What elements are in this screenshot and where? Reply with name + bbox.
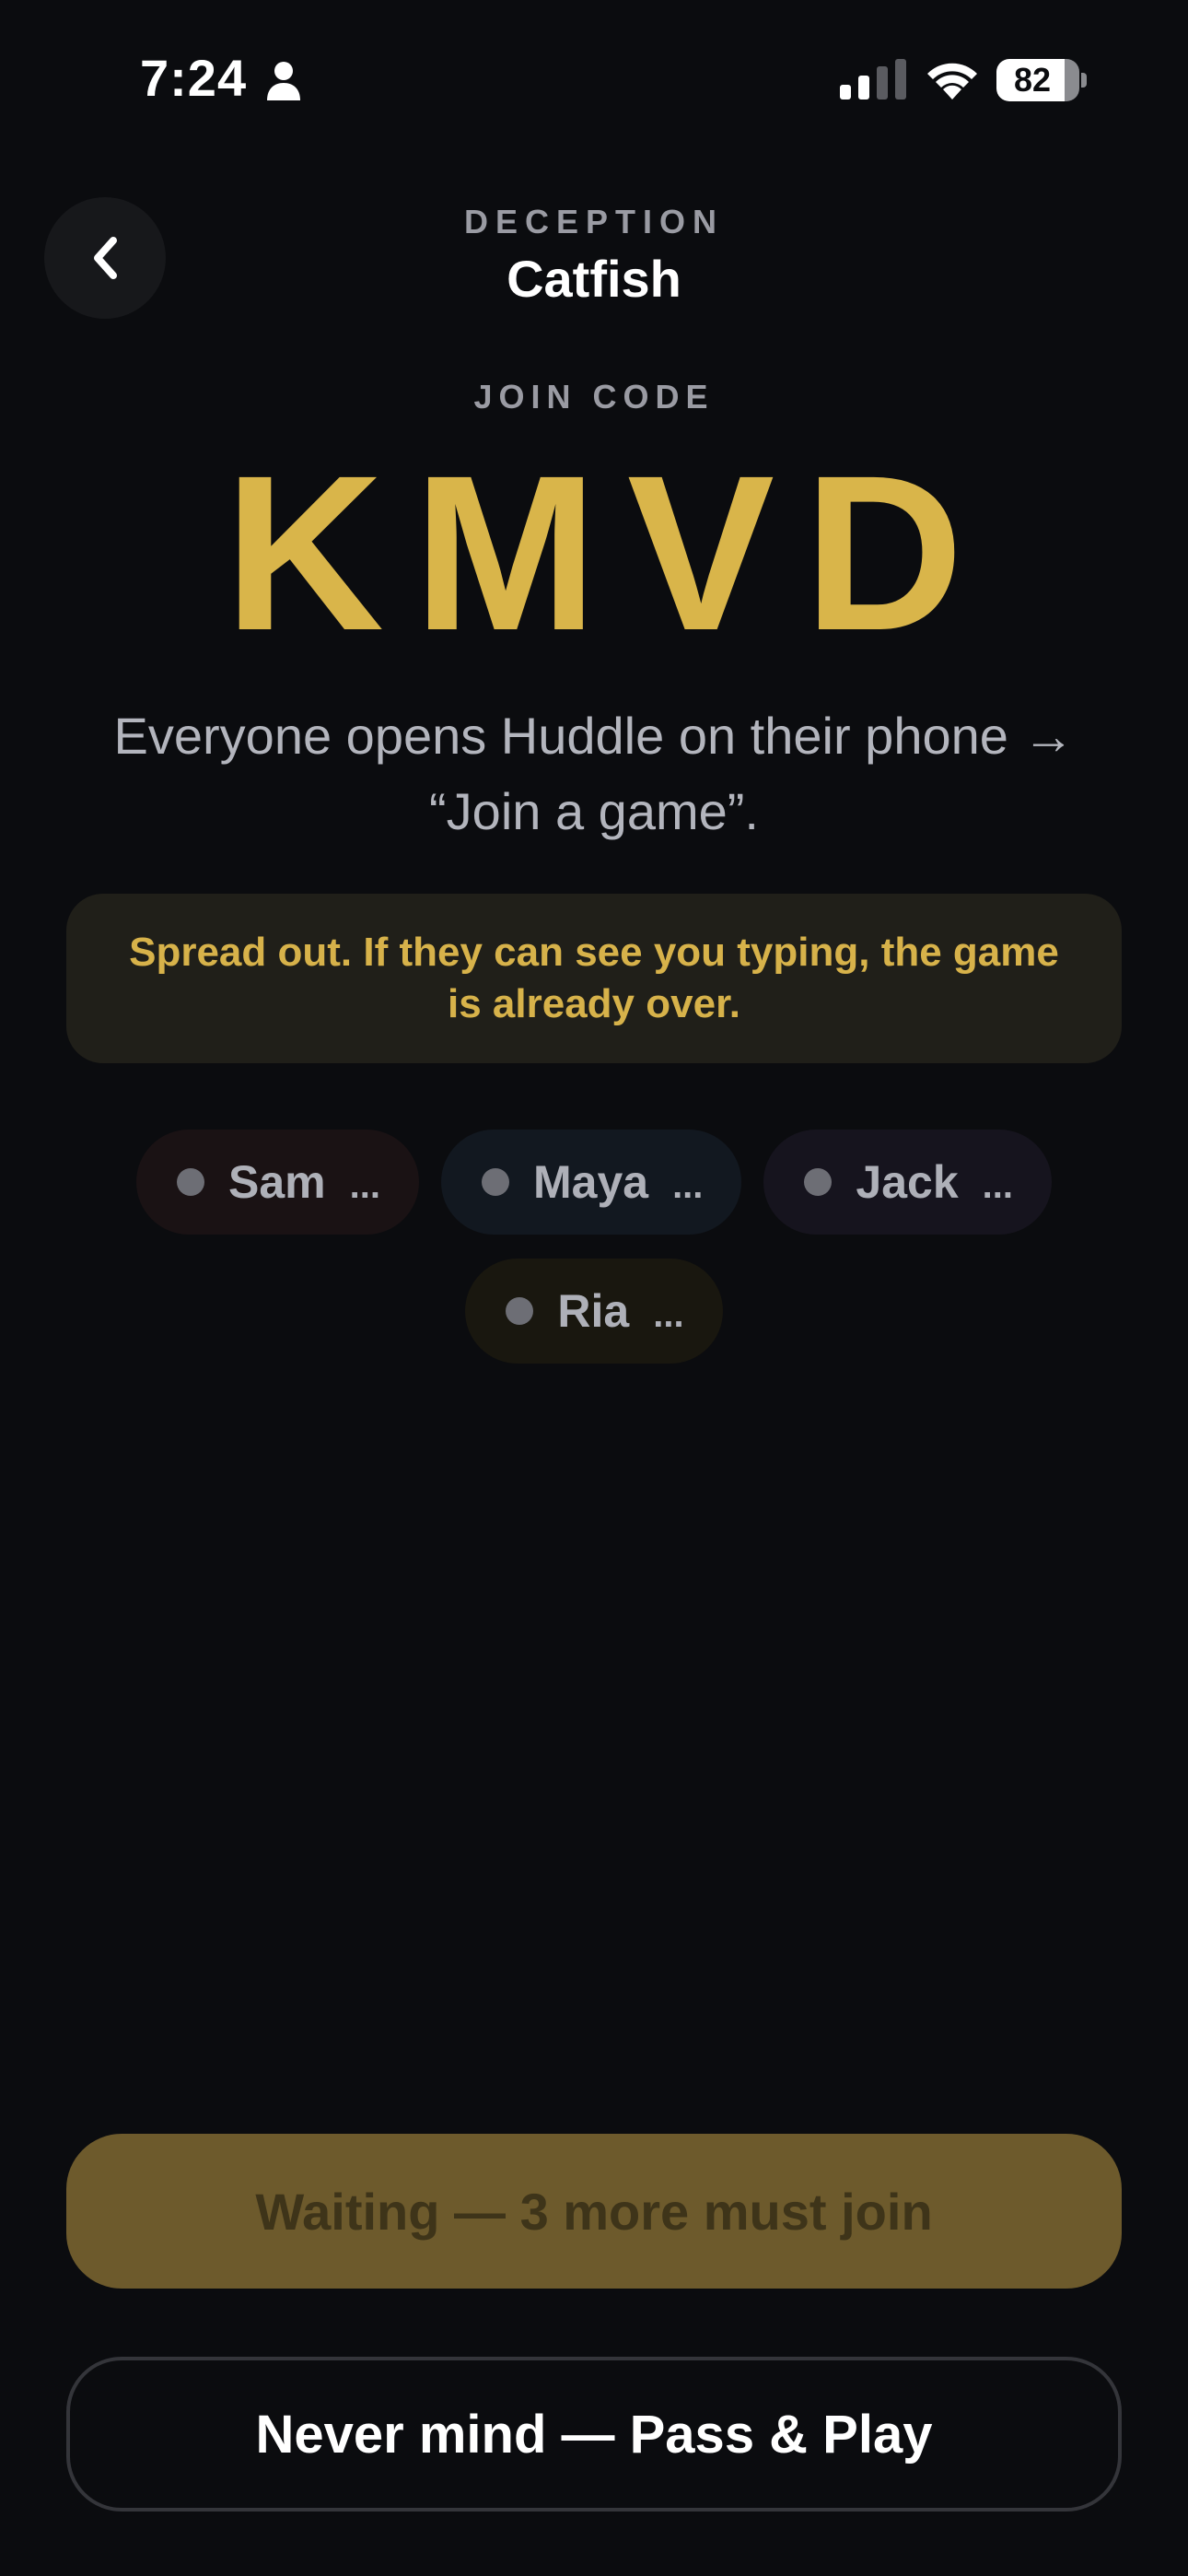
pass-and-play-label: Never mind — Pass & Play [255, 2404, 933, 2465]
player-name: Maya [532, 1156, 649, 1208]
waiting-label: Waiting — 3 more must join [255, 2182, 933, 2241]
status-time: 7:24 [140, 49, 248, 107]
wifi-icon [927, 63, 977, 100]
pass-and-play-button[interactable]: Never mind — Pass & Play [66, 2357, 1122, 2512]
player-status-dot [481, 1168, 509, 1196]
join-code: KMVD [224, 429, 994, 676]
player-typing-status: ... [672, 1165, 704, 1206]
person-icon [267, 62, 300, 100]
player-chip: Maya ... [440, 1130, 742, 1235]
player-list: Sam ... Maya ... Jack ... Ria ... [120, 1130, 1068, 1364]
battery-tip [1081, 73, 1087, 88]
warning-banner: Spread out. If they can see you typing, … [66, 894, 1122, 1063]
player-name: Ria [557, 1285, 630, 1337]
join-instructions: Everyone opens Huddle on their phone → “… [113, 707, 1075, 840]
player-status-dot [177, 1168, 205, 1196]
game-category: DECEPTION [463, 203, 725, 240]
player-typing-status: ... [982, 1165, 1013, 1206]
status-bar: 7:24 82 [0, 0, 1188, 157]
player-typing-status: ... [653, 1294, 684, 1335]
join-code-label: JOIN CODE [473, 378, 715, 416]
player-chip: Ria ... [465, 1259, 723, 1364]
player-chip: Jack ... [763, 1130, 1052, 1235]
player-status-dot [804, 1168, 833, 1196]
cellular-signal-icon [840, 59, 906, 100]
player-chip: Sam ... [136, 1130, 419, 1235]
battery-indicator: 82 [996, 59, 1087, 101]
battery-icon: 82 [996, 59, 1079, 101]
battery-level: 82 [1013, 61, 1052, 99]
player-name: Jack [856, 1156, 959, 1208]
game-title: Catfish [507, 250, 681, 308]
player-name: Sam [228, 1156, 326, 1208]
waiting-start-button: Waiting — 3 more must join [66, 2134, 1122, 2289]
player-status-dot [506, 1297, 534, 1325]
player-typing-status: ... [349, 1165, 380, 1206]
warning-text: Spread out. If they can see you typing, … [129, 930, 1059, 1026]
